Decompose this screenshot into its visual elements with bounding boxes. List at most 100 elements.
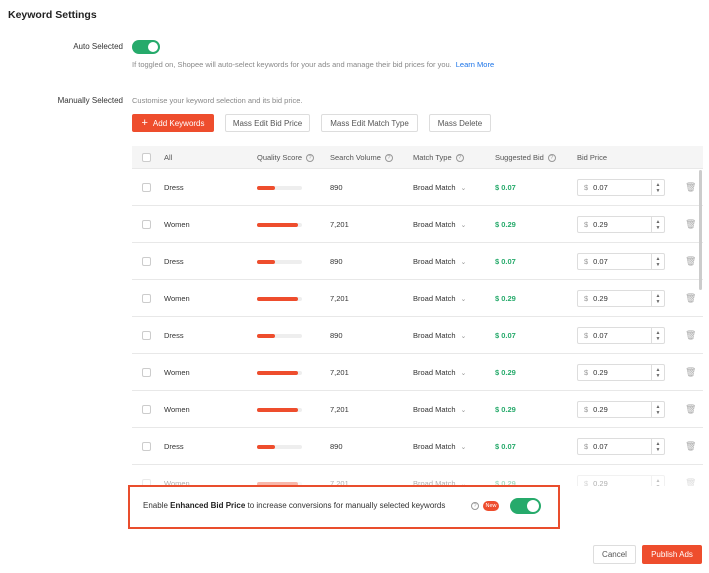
question-circle-icon[interactable]: ?: [547, 153, 556, 162]
mass-edit-match-type-button[interactable]: Mass Edit Match Type: [321, 114, 418, 132]
match-type-dropdown[interactable]: Broad Match ⌄: [413, 169, 466, 206]
quality-score-cell: [257, 391, 302, 428]
auto-hint-text: If toggled on, Shopee will auto-select k…: [132, 60, 452, 69]
bid-price-value[interactable]: 0.29: [593, 294, 608, 303]
question-circle-icon[interactable]: ?: [306, 153, 315, 162]
chevron-down-icon[interactable]: ▼: [656, 336, 661, 342]
bid-price-stepper[interactable]: ▲▼: [651, 365, 664, 380]
bid-price-input[interactable]: $0.29 ▲▼: [577, 401, 665, 418]
trash-icon[interactable]: 🗑: [685, 428, 696, 465]
checkbox[interactable]: [142, 294, 151, 303]
row-checkbox[interactable]: [142, 391, 151, 428]
bid-price-value[interactable]: 0.29: [593, 479, 608, 486]
match-type-dropdown[interactable]: Broad Match ⌄: [413, 206, 466, 243]
row-checkbox[interactable]: [142, 243, 151, 280]
row-checkbox[interactable]: [142, 206, 151, 243]
bid-price-stepper[interactable]: ▲▼: [651, 476, 664, 486]
cancel-button[interactable]: Cancel: [593, 545, 636, 564]
checkbox[interactable]: [142, 220, 151, 229]
bid-price-value[interactable]: 0.29: [593, 405, 608, 414]
checkbox[interactable]: [142, 183, 151, 192]
bid-price-stepper[interactable]: ▲▼: [651, 254, 664, 269]
match-type-dropdown[interactable]: Broad Match ⌄: [413, 428, 466, 465]
bid-price-value[interactable]: 0.29: [593, 220, 608, 229]
chevron-down-icon[interactable]: ▼: [656, 225, 661, 231]
question-circle-icon[interactable]: ?: [455, 153, 464, 162]
bid-price-input[interactable]: $0.07 ▲ ▼: [577, 179, 665, 196]
checkbox[interactable]: [142, 368, 151, 377]
match-type-dropdown[interactable]: Broad Match ⌄: [413, 280, 466, 317]
trash-icon[interactable]: 🗑: [685, 243, 696, 280]
trash-icon[interactable]: 🗑: [685, 465, 696, 486]
bid-price-stepper[interactable]: ▲▼: [651, 439, 664, 454]
chevron-down-icon[interactable]: ▼: [656, 299, 661, 305]
row-checkbox[interactable]: [142, 354, 151, 391]
chevron-down-icon[interactable]: ▼: [656, 447, 661, 453]
question-circle-icon[interactable]: ?: [471, 502, 479, 510]
chevron-down-icon[interactable]: ▼: [656, 410, 661, 416]
bid-price-input[interactable]: $0.29 ▲▼: [577, 216, 665, 233]
bid-price-value[interactable]: 0.07: [593, 331, 608, 340]
bid-price-stepper[interactable]: ▲▼: [651, 291, 664, 306]
match-type-dropdown[interactable]: Broad Match ⌄: [413, 317, 466, 354]
select-all-checkbox[interactable]: [142, 146, 151, 169]
bid-price-value[interactable]: 0.07: [593, 442, 608, 451]
auto-selected-toggle[interactable]: [132, 40, 160, 54]
bid-price-stepper[interactable]: ▲▼: [651, 402, 664, 417]
quality-score-bar: [257, 444, 302, 449]
bid-price-input[interactable]: $0.07 ▲ ▼: [577, 438, 665, 455]
add-keywords-button[interactable]: + Add Keywords: [132, 114, 214, 132]
bid-price-input[interactable]: $0.07 ▲ ▼: [577, 253, 665, 270]
enhanced-bold: Enhanced Bid Price: [170, 501, 246, 510]
checkbox[interactable]: [142, 153, 151, 162]
chevron-down-icon[interactable]: ▼: [656, 373, 661, 379]
trash-icon[interactable]: 🗑: [685, 169, 696, 206]
trash-icon[interactable]: 🗑: [685, 206, 696, 243]
row-checkbox[interactable]: [142, 169, 151, 206]
chevron-down-icon[interactable]: ▼: [656, 188, 661, 194]
bid-price-input[interactable]: $0.29 ▲▼: [577, 364, 665, 381]
trash-icon[interactable]: 🗑: [685, 391, 696, 428]
question-circle-icon[interactable]: ?: [384, 153, 393, 162]
enhanced-bid-toggle[interactable]: [510, 498, 541, 514]
row-checkbox[interactable]: [142, 317, 151, 354]
checkbox[interactable]: [142, 331, 151, 340]
bid-price-value[interactable]: 0.29: [593, 368, 608, 377]
table-scrollbar[interactable]: [699, 170, 702, 290]
trash-icon[interactable]: 🗑: [685, 317, 696, 354]
bid-price-stepper[interactable]: ▲▼: [651, 217, 664, 232]
row-checkbox[interactable]: [142, 428, 151, 465]
trash-icon[interactable]: 🗑: [685, 280, 696, 317]
checkbox[interactable]: [142, 257, 151, 266]
bid-price-input[interactable]: $0.29 ▲▼: [577, 290, 665, 307]
checkbox[interactable]: [142, 405, 151, 414]
publish-ads-button[interactable]: Publish Ads: [642, 545, 702, 564]
bid-price-cell: $0.29 ▲▼: [577, 206, 665, 243]
match-type-dropdown[interactable]: Broad Match ⌄: [413, 354, 466, 391]
chevron-down-icon[interactable]: ▼: [656, 262, 661, 268]
quality-score-bar: [257, 370, 302, 375]
bid-price-stepper[interactable]: ▲▼: [651, 328, 664, 343]
header-volume-label: Search Volume: [330, 153, 381, 162]
bid-price-input[interactable]: $0.07 ▲ ▼: [577, 327, 665, 344]
mass-delete-button[interactable]: Mass Delete: [429, 114, 491, 132]
match-type-dropdown[interactable]: Broad Match ⌄: [413, 391, 466, 428]
match-type-dropdown[interactable]: Broad Match ⌄: [413, 465, 466, 486]
match-type-dropdown[interactable]: Broad Match ⌄: [413, 243, 466, 280]
match-type-label: Broad Match: [413, 220, 456, 229]
learn-more-link[interactable]: Learn More: [456, 60, 494, 69]
bid-price-cell: $0.29 ▲▼: [577, 391, 665, 428]
checkbox[interactable]: [142, 442, 151, 451]
row-checkbox[interactable]: [142, 465, 151, 486]
mass-edit-bid-price-button[interactable]: Mass Edit Bid Price: [225, 114, 310, 132]
bid-price-value[interactable]: 0.07: [593, 183, 608, 192]
currency-label: $: [584, 442, 589, 451]
search-volume-cell: 7,201: [330, 368, 349, 377]
trash-icon[interactable]: 🗑: [685, 354, 696, 391]
bid-price-value[interactable]: 0.07: [593, 257, 608, 266]
chevron-down-icon[interactable]: ▼: [656, 484, 661, 487]
manually-selected-hint: Customise your keyword selection and its…: [132, 96, 303, 105]
bid-price-stepper[interactable]: ▲▼: [651, 180, 664, 195]
bid-price-input[interactable]: $0.29 ▲▼: [577, 475, 665, 486]
row-checkbox[interactable]: [142, 280, 151, 317]
